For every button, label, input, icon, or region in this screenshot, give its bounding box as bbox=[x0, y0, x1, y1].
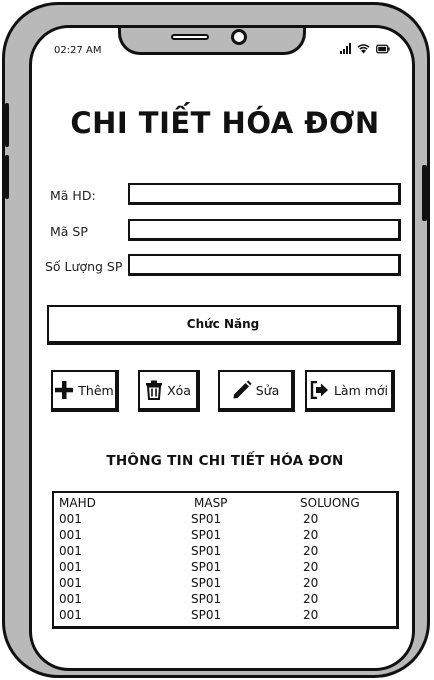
table-row[interactable]: 001 SP01 20 bbox=[54, 576, 396, 592]
delete-button-label: Xóa bbox=[167, 382, 191, 398]
masp-label: Mã SP bbox=[50, 224, 88, 239]
cell-mahd: 001 bbox=[59, 608, 82, 622]
refresh-button-label: Làm mới bbox=[333, 382, 389, 398]
mahd-input[interactable] bbox=[128, 183, 401, 205]
status-icons bbox=[340, 43, 390, 54]
volume-down-button bbox=[5, 155, 9, 199]
delete-button[interactable]: Xóa bbox=[138, 370, 200, 412]
trash-icon bbox=[146, 380, 163, 400]
cell-mahd: 001 bbox=[59, 544, 82, 558]
plus-icon bbox=[55, 381, 74, 399]
masp-input[interactable] bbox=[128, 219, 401, 241]
cell-masp: SP01 bbox=[191, 528, 222, 542]
cell-masp: SP01 bbox=[191, 608, 222, 622]
cell-mahd: 001 bbox=[59, 528, 82, 542]
volume-up-button bbox=[5, 103, 9, 147]
table-header: MAHD MASP SOLUONG bbox=[54, 496, 396, 512]
add-button[interactable]: Thêm bbox=[51, 370, 119, 412]
table-row[interactable]: 001 SP01 20 bbox=[54, 608, 396, 624]
pencil-icon bbox=[233, 380, 252, 399]
column-header-masp: MASP bbox=[194, 496, 228, 510]
edit-button-label: Sửa bbox=[255, 382, 280, 398]
cell-soluong: 20 bbox=[303, 544, 319, 558]
refresh-button[interactable]: Làm mới bbox=[305, 370, 395, 412]
cell-mahd: 001 bbox=[59, 560, 82, 574]
mahd-label: Mã HD: bbox=[50, 188, 96, 203]
notch bbox=[118, 28, 306, 55]
cell-soluong: 20 bbox=[303, 528, 319, 542]
cell-masp: SP01 bbox=[191, 544, 222, 558]
soluong-label: Số Lượng SP bbox=[45, 259, 123, 274]
function-button-label: Chức Năng bbox=[186, 317, 260, 331]
cell-soluong: 20 bbox=[303, 592, 319, 606]
cell-soluong: 20 bbox=[303, 576, 319, 590]
status-time: 02:27 AM bbox=[54, 45, 102, 56]
cell-mahd: 001 bbox=[59, 592, 82, 606]
battery-icon bbox=[376, 44, 390, 54]
page-title: CHI TIẾT HÓA ĐƠN bbox=[70, 106, 380, 140]
cell-soluong: 20 bbox=[303, 608, 319, 622]
cell-soluong: 20 bbox=[303, 560, 319, 574]
wifi-icon bbox=[357, 44, 370, 54]
front-camera bbox=[231, 29, 247, 45]
speaker-grille bbox=[171, 34, 209, 40]
cell-mahd: 001 bbox=[59, 576, 82, 590]
soluong-input[interactable] bbox=[128, 254, 401, 276]
cell-mahd: 001 bbox=[59, 512, 82, 526]
column-header-mahd: MAHD bbox=[59, 496, 96, 510]
cell-masp: SP01 bbox=[191, 560, 222, 574]
table-row[interactable]: 001 SP01 20 bbox=[54, 560, 396, 576]
cell-soluong: 20 bbox=[303, 512, 319, 526]
table-row[interactable]: 001 SP01 20 bbox=[54, 512, 396, 528]
cell-masp: SP01 bbox=[191, 592, 222, 606]
table-row[interactable]: 001 SP01 20 bbox=[54, 592, 396, 608]
cell-masp: SP01 bbox=[191, 576, 222, 590]
table-row[interactable]: 001 SP01 20 bbox=[54, 528, 396, 544]
table-row[interactable]: 001 SP01 20 bbox=[54, 544, 396, 560]
function-button[interactable]: Chức Năng bbox=[47, 305, 401, 345]
cell-masp: SP01 bbox=[191, 512, 222, 526]
phone-frame: 02:27 AM CHI TIẾT HÓA ĐƠN Mã HD: Mã SP S… bbox=[2, 2, 430, 678]
add-button-label: Thêm bbox=[78, 382, 114, 398]
signal-icon bbox=[340, 43, 351, 54]
invoice-detail-table: MAHD MASP SOLUONG 001 SP01 20 001 SP01 2… bbox=[52, 491, 399, 629]
sign-in-icon bbox=[310, 381, 328, 399]
phone-screen: 02:27 AM CHI TIẾT HÓA ĐƠN Mã HD: Mã SP S… bbox=[29, 25, 415, 671]
column-header-soluong: SOLUONG bbox=[300, 496, 360, 510]
power-button bbox=[422, 165, 427, 221]
section-title: THÔNG TIN CHI TIẾT HÓA ĐƠN bbox=[106, 453, 344, 469]
edit-button[interactable]: Sửa bbox=[218, 370, 295, 412]
